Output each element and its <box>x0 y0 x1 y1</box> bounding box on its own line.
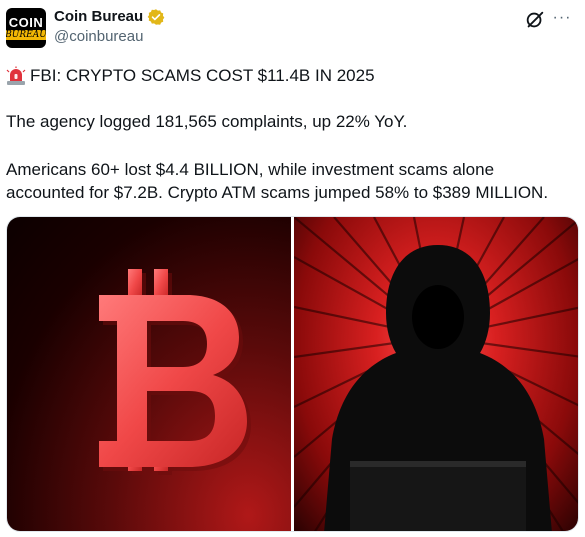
bitcoin-icon <box>99 269 251 475</box>
police-siren-icon <box>6 66 26 85</box>
hooded-hacker-image[interactable] <box>294 217 578 531</box>
verified-badge-icon[interactable] <box>147 8 165 26</box>
tweet-card[interactable]: COIN BUREAU Coin Bureau @coinbureau ··· … <box>0 0 585 537</box>
author-handle[interactable]: @coinbureau <box>54 27 143 47</box>
display-name[interactable]: Coin Bureau <box>54 7 143 27</box>
tweet-paragraph-1: The agency logged 181,565 complaints, up… <box>6 112 408 131</box>
more-options-icon[interactable]: ··· <box>550 9 574 31</box>
grok-icon[interactable] <box>524 9 546 31</box>
tweet-headline-row: FBI: CRYPTO SCAMS COST $11.4B IN 2025 <box>6 64 578 87</box>
tweet-media-grid <box>6 216 579 532</box>
tweet-paragraph-2-line-1: Americans 60+ lost $4.4 BILLION, while i… <box>6 160 495 179</box>
tweet-paragraph-2-line-2: accounted for $7.2B. Crypto ATM scams ju… <box>6 183 549 202</box>
avatar-text-line2: BUREAU <box>6 30 46 40</box>
bitcoin-symbol-image[interactable] <box>7 217 291 531</box>
tweet-headline: FBI: CRYPTO SCAMS COST $11.4B IN 2025 <box>30 66 375 85</box>
avatar[interactable]: COIN BUREAU <box>6 8 46 48</box>
avatar-text-line1: COIN <box>8 15 44 30</box>
author-name-row: Coin Bureau <box>54 7 165 27</box>
hacker-icon <box>294 217 578 531</box>
